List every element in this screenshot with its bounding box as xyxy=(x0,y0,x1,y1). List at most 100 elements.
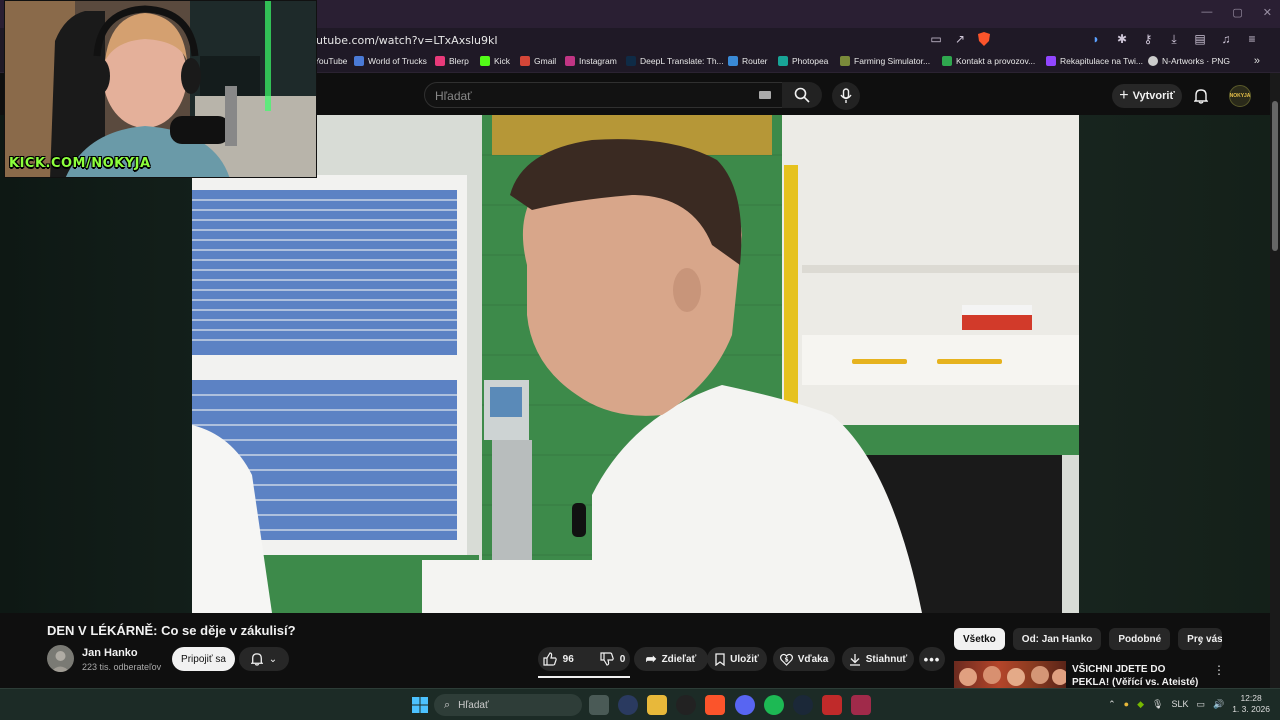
bookmark-router[interactable]: Router xyxy=(728,56,768,66)
bookmark-n-artworks[interactable]: N-Artworks · PNG xyxy=(1148,56,1230,66)
page-scrollbar[interactable] xyxy=(1270,73,1280,688)
windows-start-button[interactable] xyxy=(410,695,430,715)
video-info-section: DEN V LÉKÁRNĚ: Co se děje v zákulisí? Ja… xyxy=(0,613,1270,688)
chevron-right-icon[interactable]: › xyxy=(1198,633,1203,649)
more-actions-button[interactable]: ••• xyxy=(919,647,945,671)
chip-all[interactable]: Všetko xyxy=(954,628,1005,650)
bookmark-blerp[interactable]: Blerp xyxy=(435,56,469,66)
dislike-button[interactable]: 0 xyxy=(592,652,634,666)
channel-avatar[interactable] xyxy=(47,645,74,672)
bookmark-farming-simulator[interactable]: Farming Simulator... xyxy=(840,56,930,66)
app-icon-1[interactable] xyxy=(618,695,638,715)
taskbar-clock[interactable]: 12:28 1. 3. 2026 xyxy=(1232,693,1270,715)
kick-icon xyxy=(480,56,490,66)
search-button[interactable] xyxy=(782,82,822,108)
windows-logo-icon xyxy=(412,697,428,713)
bookmark-rekapitulace[interactable]: Rekapitulace na Twi... xyxy=(1046,56,1143,66)
save-button[interactable]: Uložiť xyxy=(707,647,767,671)
chip-from-channel[interactable]: Od: Jan Hanko xyxy=(1012,628,1102,650)
taskbar-search[interactable]: ⌕ Hľadať xyxy=(434,694,582,716)
join-button[interactable]: Pripojiť sa xyxy=(172,647,235,671)
recommendation-title[interactable]: VŠICHNI JDETE DO PEKLA! (Věřící vs. Atei… xyxy=(1072,663,1202,689)
video-frame xyxy=(192,115,1079,613)
audio-icon[interactable]: ◗ xyxy=(1088,31,1104,47)
gmail-icon xyxy=(520,56,530,66)
spotify-icon[interactable] xyxy=(764,695,784,715)
thanks-button[interactable]: $ Vďaka xyxy=(773,647,835,671)
photopea-icon xyxy=(778,56,788,66)
clock-time: 12:28 xyxy=(1240,693,1262,703)
subscription-bell-button[interactable]: ⌄ xyxy=(239,647,289,671)
scrollbar-thumb[interactable] xyxy=(1272,101,1278,251)
bookmark-gmail[interactable]: Gmail xyxy=(520,56,556,66)
bookmark-icon xyxy=(715,652,725,666)
create-button[interactable]: + Vytvoriť xyxy=(1112,84,1182,108)
keyboard-icon[interactable] xyxy=(759,91,771,99)
volume-icon[interactable]: 🔊 xyxy=(1213,699,1224,710)
bookmark-instagram[interactable]: Instagram xyxy=(565,56,617,66)
video-player[interactable] xyxy=(192,115,1079,613)
instagram-icon xyxy=(565,56,575,66)
bell-icon xyxy=(1194,89,1208,104)
notifications-button[interactable] xyxy=(1190,85,1212,107)
search-icon xyxy=(794,87,810,103)
brave-browser-icon[interactable] xyxy=(705,695,725,715)
microphone-icon[interactable]: 🎙 xyxy=(1152,699,1163,710)
kontakt-icon xyxy=(942,56,952,66)
voice-search-button[interactable] xyxy=(832,82,860,110)
download-button[interactable]: Stiahnuť xyxy=(842,647,914,671)
globe-icon xyxy=(1148,56,1158,66)
voicemeeter-icon[interactable] xyxy=(822,695,842,715)
like-count: 96 xyxy=(562,653,574,665)
maximize-button[interactable]: ▢ xyxy=(1232,6,1242,19)
more-vertical-icon[interactable]: ⋮ xyxy=(1213,663,1225,677)
url-field[interactable]: utube.com/watch?v=LTxAxslu9kI xyxy=(316,34,498,47)
minimize-button[interactable]: — xyxy=(1201,6,1212,19)
svg-text:$: $ xyxy=(784,656,788,663)
trash-icon[interactable]: ▤ xyxy=(1192,31,1208,47)
recommendation-thumbnail[interactable] xyxy=(954,661,1066,688)
file-explorer-icon[interactable] xyxy=(647,695,667,715)
close-button[interactable]: ✕ xyxy=(1263,6,1272,19)
address-bar-actions: ▭ ↗ xyxy=(928,31,992,47)
download-icon[interactable]: ⤓ xyxy=(1166,31,1182,47)
create-label: Vytvoriť xyxy=(1132,90,1175,102)
window-controls: — ▢ ✕ xyxy=(1201,6,1272,19)
bookmarks-more-button[interactable]: » xyxy=(1254,55,1260,67)
like-dislike-group: 96 0 xyxy=(538,647,630,671)
bookmark-world-of-trucks[interactable]: World of Trucks xyxy=(354,56,427,66)
share-icon[interactable]: ↗ xyxy=(952,31,968,47)
chevron-up-icon[interactable]: ⌃ xyxy=(1108,699,1116,710)
network-icon[interactable]: ▭ xyxy=(1196,699,1205,710)
like-button[interactable]: 96 xyxy=(535,652,582,666)
bookmark-kontakt[interactable]: Kontakt a provozov... xyxy=(942,56,1035,66)
brave-shield-icon[interactable] xyxy=(976,31,992,47)
account-avatar[interactable]: NOKYJA xyxy=(1229,85,1251,107)
share-button[interactable]: ➦ Zdieľať xyxy=(634,647,708,671)
thumbs-down-icon xyxy=(600,652,614,666)
task-view-icon[interactable] xyxy=(589,695,609,715)
discord-icon[interactable] xyxy=(735,695,755,715)
music-icon[interactable]: ♫ xyxy=(1218,31,1234,47)
chevron-down-icon: ⌄ xyxy=(268,653,278,665)
heart-dollar-icon: $ xyxy=(779,653,793,666)
toolbar-icons: ◗ ✱ ⚷ ⤓ ▤ ♫ ≡ xyxy=(1088,31,1260,47)
app-icon-10[interactable] xyxy=(851,695,871,715)
language-indicator[interactable]: SLK xyxy=(1171,699,1188,709)
bell-icon xyxy=(250,653,263,666)
search-input[interactable]: Hľadať xyxy=(424,82,784,108)
chip-similar[interactable]: Podobné xyxy=(1109,628,1171,650)
bookmark-photopea[interactable]: Photopea xyxy=(778,56,828,66)
tray-nvidia-icon[interactable]: ◆ xyxy=(1137,699,1144,710)
bookmark-kick[interactable]: Kick xyxy=(480,56,510,66)
cast-icon[interactable]: ▭ xyxy=(928,31,944,47)
menu-icon[interactable]: ≡ xyxy=(1244,31,1260,47)
channel-name[interactable]: Jan Hanko xyxy=(82,647,138,659)
tray-app-icon[interactable]: ● xyxy=(1124,699,1129,709)
extensions-icon[interactable]: ✱ xyxy=(1114,31,1130,47)
bookmark-deepl[interactable]: DeepL Translate: Th... xyxy=(626,56,724,66)
like-active-indicator xyxy=(538,676,630,678)
github-icon[interactable] xyxy=(676,695,696,715)
key-icon[interactable]: ⚷ xyxy=(1140,31,1156,47)
steam-icon[interactable] xyxy=(793,695,813,715)
